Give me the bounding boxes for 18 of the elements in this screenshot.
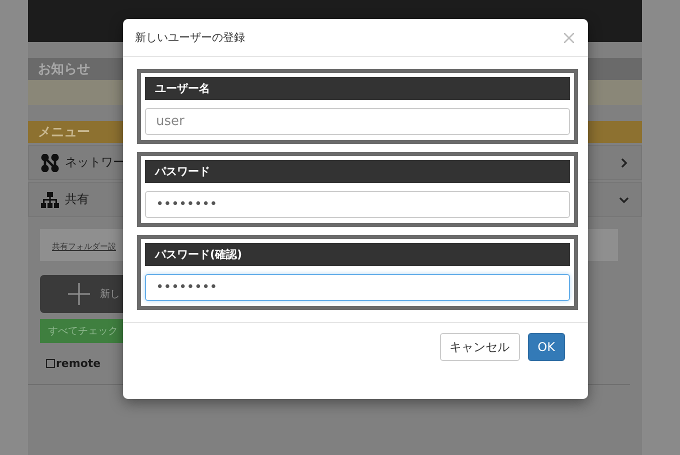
checkbox[interactable] (46, 359, 55, 368)
cancel-button[interactable]: キャンセル (440, 333, 520, 361)
menu-label: 共有 (65, 191, 89, 208)
input-field[interactable]: •••••••• (145, 274, 570, 301)
field-label: ユーザー名 (145, 77, 570, 100)
field-label: パスワード (145, 160, 570, 183)
input-field[interactable]: •••••••• (145, 191, 570, 218)
plus-icon (68, 283, 90, 305)
section-title: メニュー (38, 124, 90, 141)
dialog-title: 新しいユーザーの登録 (135, 30, 245, 45)
network-icon (41, 154, 59, 172)
settings-link[interactable]: 共有フォルダー設 (52, 242, 116, 251)
hierarchy-icon (41, 192, 59, 208)
input-field[interactable]: user (145, 108, 570, 135)
ok-button[interactable]: OK (528, 333, 565, 361)
section-title: お知らせ (38, 61, 90, 78)
folder-name: remote (56, 357, 101, 370)
field-label: パスワード(確認) (145, 243, 570, 266)
